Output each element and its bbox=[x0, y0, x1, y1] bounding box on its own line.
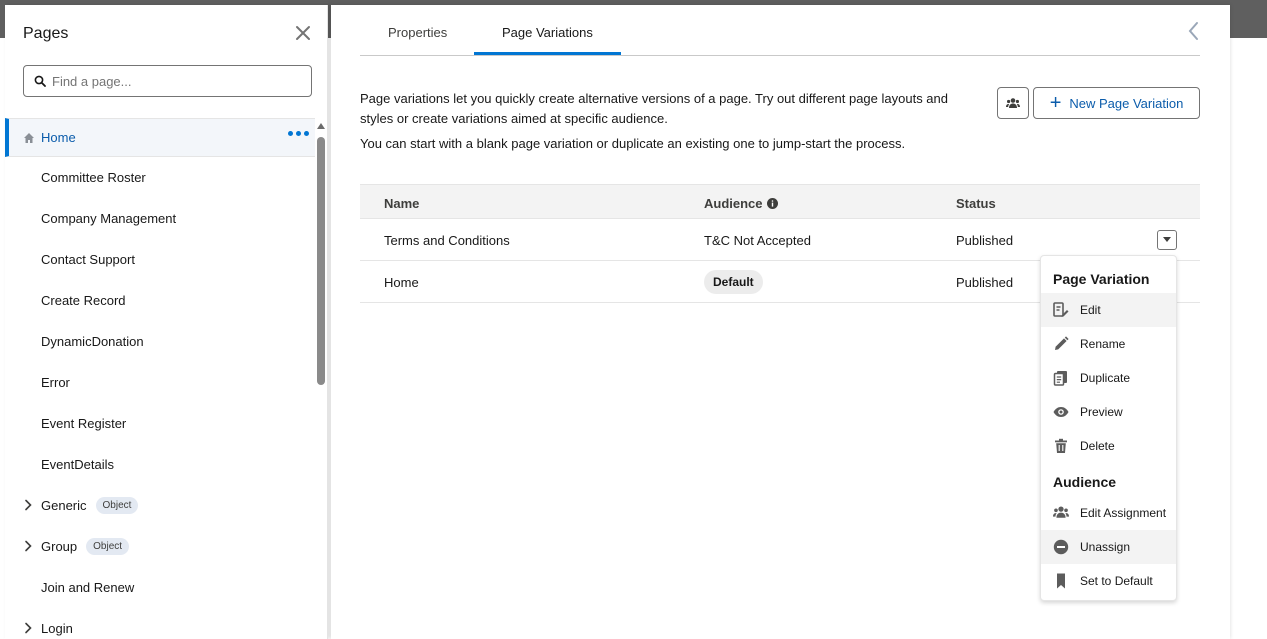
variation-status: Published bbox=[956, 275, 1014, 290]
home-icon bbox=[24, 133, 34, 143]
menu-section-page-variation: Page Variation bbox=[1053, 271, 1150, 287]
plus-icon: + bbox=[1049, 92, 1062, 114]
chevron-left-icon[interactable] bbox=[1187, 21, 1199, 41]
row-actions-dropdown-button[interactable] bbox=[1157, 230, 1177, 250]
page-item-event-register[interactable]: Event Register bbox=[5, 403, 315, 444]
info-icon[interactable] bbox=[766, 198, 778, 209]
column-header-audience[interactable]: Audience bbox=[704, 196, 778, 211]
page-item-label: Generic bbox=[41, 498, 87, 513]
column-header-status[interactable]: Status bbox=[956, 196, 996, 211]
menu-item-unassign[interactable]: Unassign bbox=[1041, 530, 1176, 564]
page-variations-description: Page variations let you quickly create a… bbox=[360, 91, 948, 126]
manage-audiences-button[interactable] bbox=[997, 87, 1029, 119]
menu-item-set-to-default[interactable]: Set to Default bbox=[1041, 564, 1176, 598]
page-item-contact-support[interactable]: Contact Support bbox=[5, 239, 315, 280]
page-item-create-record[interactable]: Create Record bbox=[5, 280, 315, 321]
variation-actions-menu: Page Variation Edit Rename Duplicate Pre… bbox=[1040, 255, 1177, 601]
table-header: Name Audience Status bbox=[360, 184, 1200, 219]
object-badge: Object bbox=[86, 538, 130, 555]
page-item-group[interactable]: Group Object bbox=[5, 526, 315, 567]
page-item-label: Company Management bbox=[41, 211, 177, 226]
menu-item-label: Rename bbox=[1080, 337, 1126, 351]
page-search-field[interactable] bbox=[23, 65, 312, 97]
close-icon[interactable] bbox=[293, 25, 313, 45]
page-item-error[interactable]: Error bbox=[5, 362, 315, 403]
new-page-variation-button[interactable]: + New Page Variation bbox=[1033, 87, 1200, 119]
column-header-audience-label: Audience bbox=[704, 196, 763, 211]
menu-item-edit[interactable]: Edit bbox=[1041, 293, 1176, 327]
page-item-label: Contact Support bbox=[41, 252, 135, 267]
page-item-join-and-renew[interactable]: Join and Renew bbox=[5, 567, 315, 608]
page-item-label: Home bbox=[41, 130, 76, 145]
page-item-label: Join and Renew bbox=[41, 580, 135, 595]
variation-audience: T&C Not Accepted bbox=[704, 233, 811, 248]
tab-bar: Properties Page Variations bbox=[360, 5, 1200, 56]
pencil-icon bbox=[1055, 336, 1069, 350]
bookmark-icon bbox=[1057, 573, 1065, 589]
menu-item-preview[interactable]: Preview bbox=[1041, 395, 1176, 429]
tab-properties[interactable]: Properties bbox=[388, 25, 447, 40]
object-badge: Object bbox=[95, 497, 139, 514]
eye-icon bbox=[1053, 407, 1069, 417]
page-item-company-management[interactable]: Company Management bbox=[5, 198, 315, 239]
variation-name: Terms and Conditions bbox=[384, 233, 510, 248]
page-item-label: EventDetails bbox=[41, 457, 114, 472]
page-item-login[interactable]: Login bbox=[5, 608, 315, 639]
column-header-name[interactable]: Name bbox=[384, 196, 419, 211]
menu-item-label: Duplicate bbox=[1080, 371, 1131, 385]
page-item-eventdetails[interactable]: EventDetails bbox=[5, 444, 315, 485]
audience-group-icon bbox=[1053, 506, 1069, 518]
menu-item-label: Set to Default bbox=[1080, 574, 1153, 588]
background-right bbox=[1230, 38, 1267, 639]
page-item-committee-roster[interactable]: Committee Roster bbox=[5, 157, 315, 198]
page-item-label: Login bbox=[41, 621, 73, 636]
page-item-label: Committee Roster bbox=[41, 170, 146, 185]
page-item-generic[interactable]: Generic Object bbox=[5, 485, 315, 526]
pages-panel: Pages Home Committee Roster Company Mana… bbox=[5, 5, 328, 639]
page-list-scrollbar[interactable] bbox=[316, 123, 326, 639]
menu-item-delete[interactable]: Delete bbox=[1041, 429, 1176, 463]
tab-page-variations[interactable]: Page Variations bbox=[502, 25, 593, 40]
chevron-right-icon[interactable] bbox=[24, 540, 32, 552]
chevron-right-icon[interactable] bbox=[24, 622, 32, 634]
page-item-label: Group bbox=[41, 539, 78, 554]
variation-status: Published bbox=[956, 233, 1014, 248]
remove-circle-icon bbox=[1053, 539, 1069, 555]
menu-item-edit-assignment[interactable]: Edit Assignment bbox=[1041, 496, 1176, 530]
menu-item-duplicate[interactable]: Duplicate bbox=[1041, 361, 1176, 395]
menu-item-label: Delete bbox=[1080, 439, 1115, 453]
scroll-up-arrow-icon[interactable] bbox=[317, 123, 325, 129]
page-item-dynamicdonation[interactable]: DynamicDonation bbox=[5, 321, 315, 362]
menu-item-label: Edit Assignment bbox=[1080, 506, 1167, 520]
page-search-input[interactable] bbox=[52, 73, 302, 89]
edit-page-icon bbox=[1053, 302, 1069, 317]
page-item-home[interactable]: Home bbox=[5, 118, 315, 157]
default-badge: Default bbox=[704, 270, 763, 294]
menu-item-rename[interactable]: Rename bbox=[1041, 327, 1176, 361]
more-actions-icon[interactable] bbox=[288, 131, 309, 136]
page-list: Home Committee Roster Company Management… bbox=[5, 118, 315, 639]
pages-panel-title: Pages bbox=[23, 25, 69, 42]
search-icon bbox=[34, 75, 46, 87]
scroll-thumb[interactable] bbox=[317, 137, 325, 385]
audience-group-icon bbox=[1006, 98, 1020, 108]
page-variations-hint: You can start with a blank page variatio… bbox=[360, 136, 906, 151]
active-tab-indicator bbox=[474, 52, 621, 55]
menu-item-label: Edit bbox=[1080, 303, 1101, 317]
chevron-down-icon bbox=[1163, 237, 1171, 242]
new-page-variation-label: New Page Variation bbox=[1069, 95, 1184, 111]
page-item-label: Create Record bbox=[41, 293, 126, 308]
trash-icon bbox=[1055, 438, 1067, 453]
variation-name: Home bbox=[384, 275, 419, 290]
chevron-right-icon[interactable] bbox=[24, 499, 32, 511]
page-item-label: Error bbox=[41, 375, 70, 390]
page-item-label: DynamicDonation bbox=[41, 334, 144, 349]
menu-item-label: Unassign bbox=[1080, 540, 1131, 554]
page-item-label: Event Register bbox=[41, 416, 127, 431]
menu-section-audience: Audience bbox=[1053, 474, 1117, 490]
duplicate-icon bbox=[1053, 371, 1067, 386]
menu-item-label: Preview bbox=[1080, 405, 1123, 419]
